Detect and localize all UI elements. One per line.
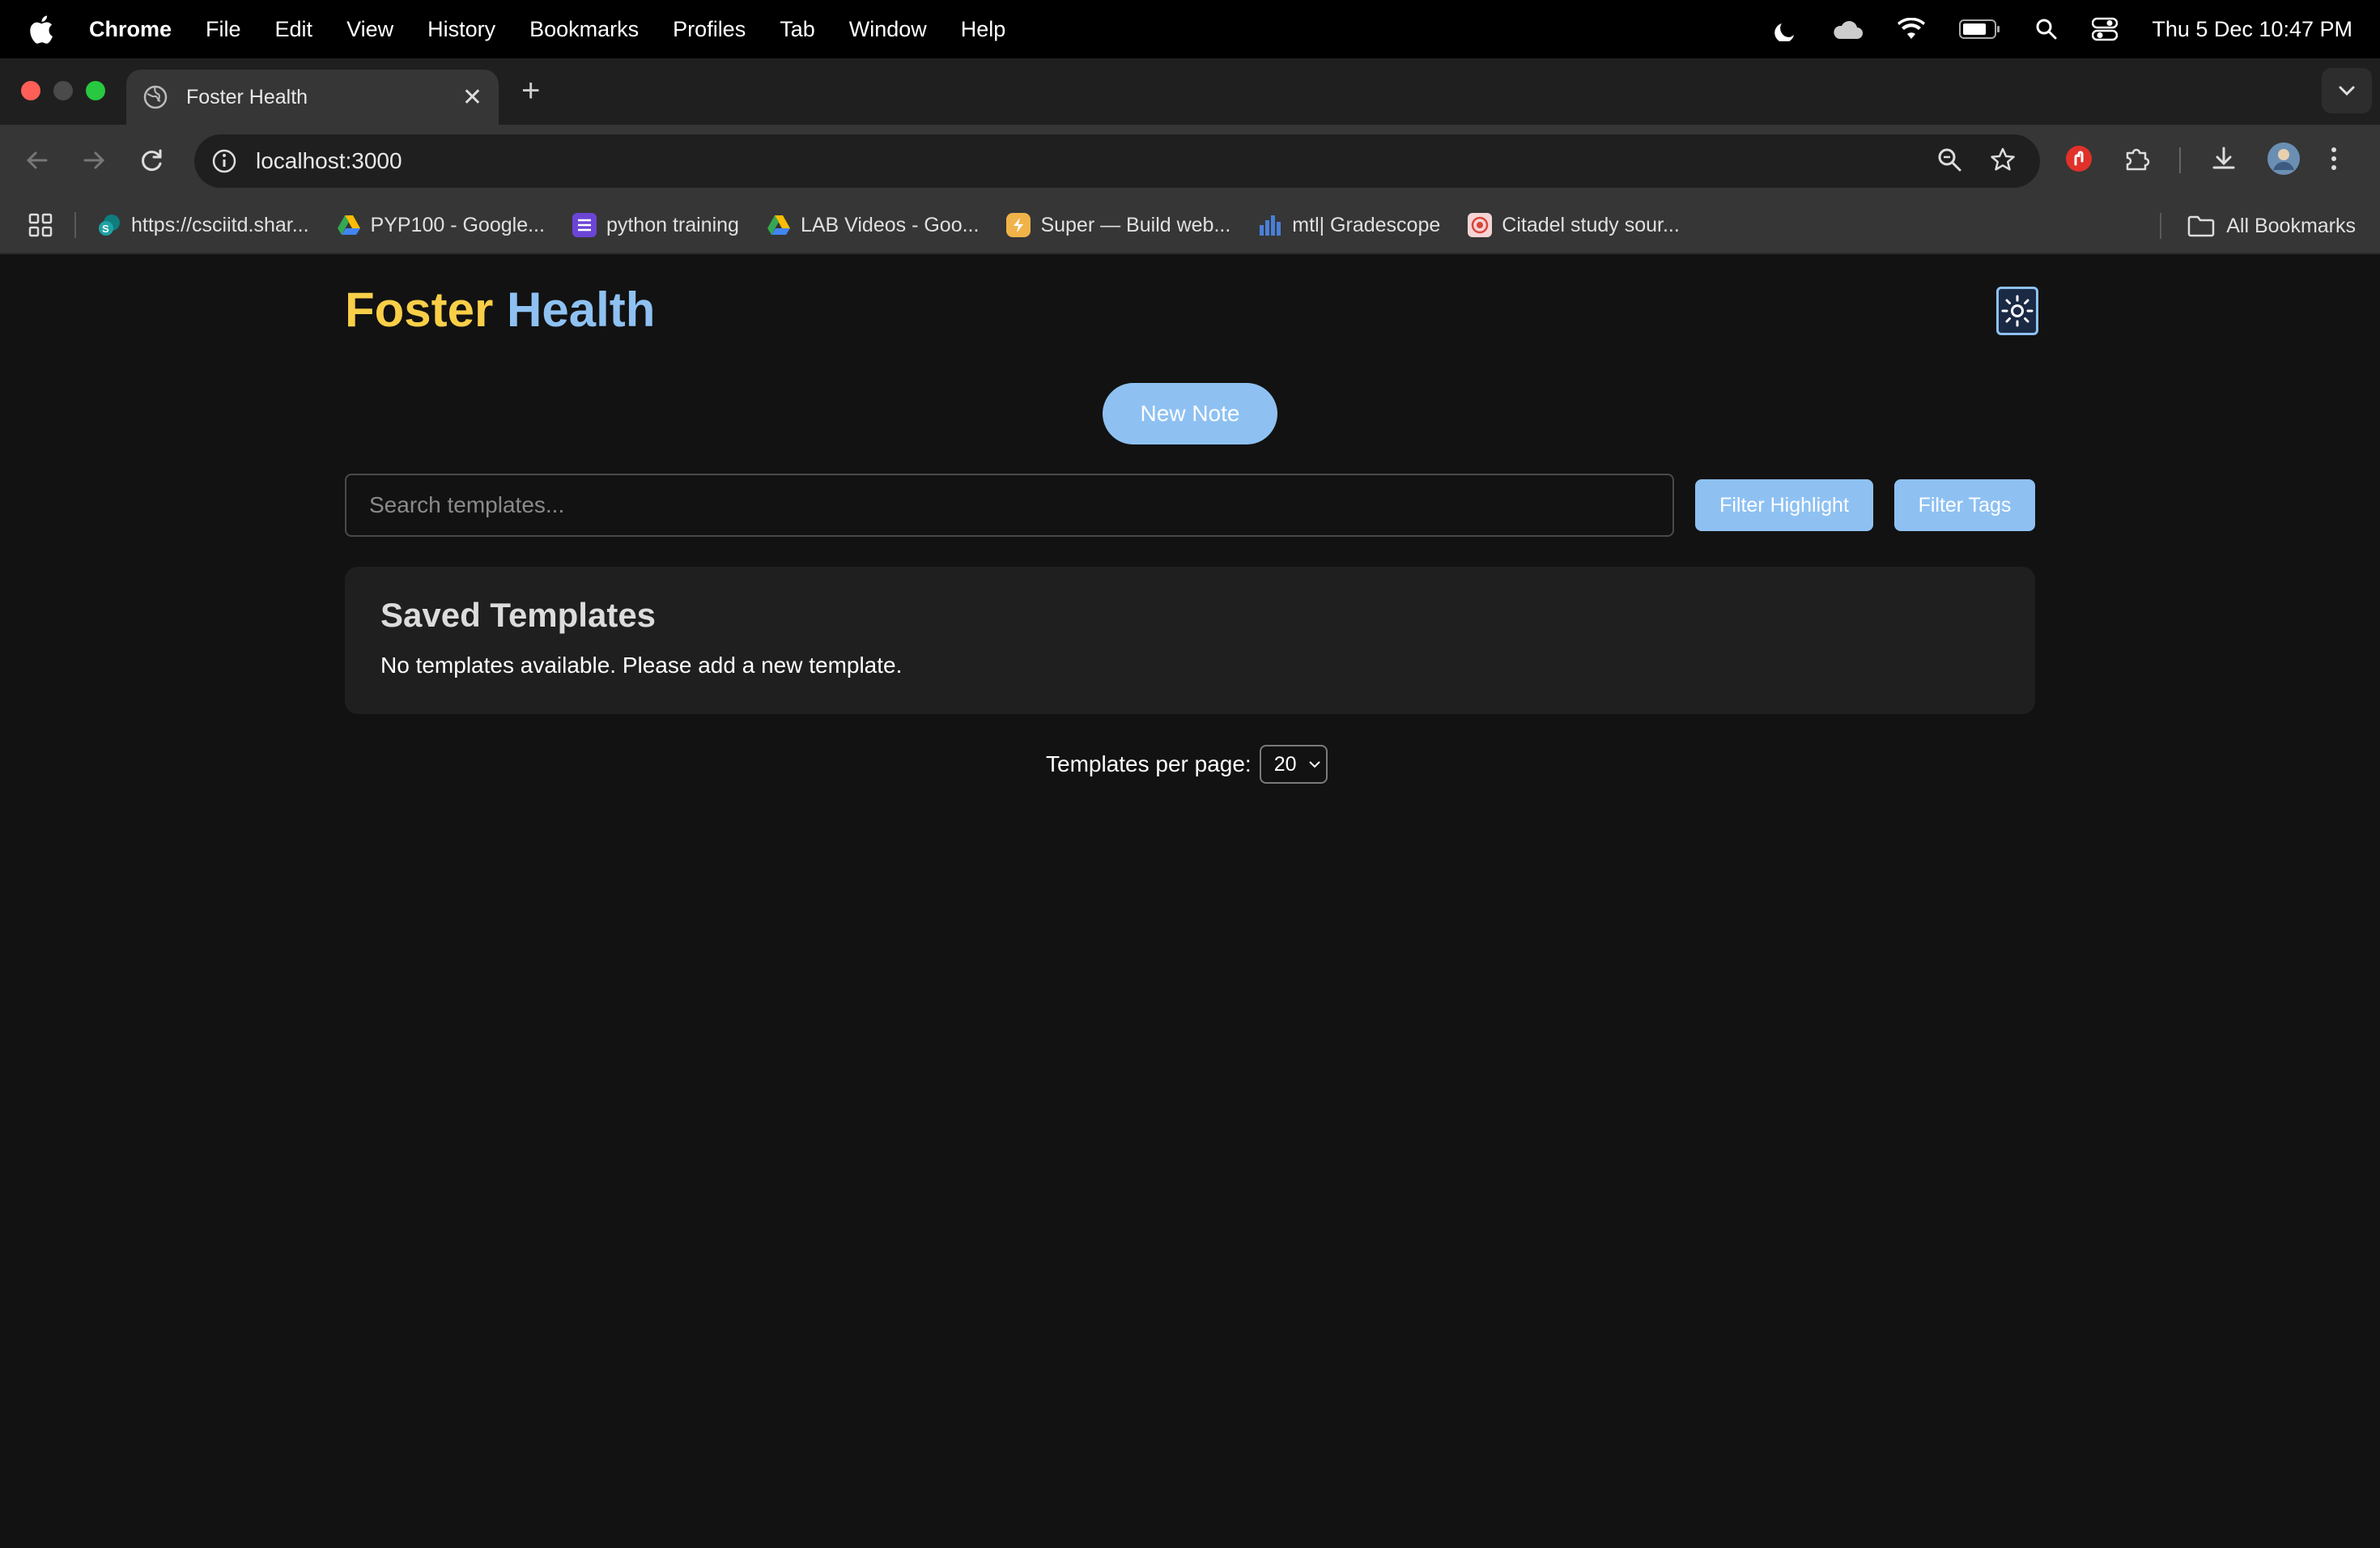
list-icon (572, 213, 597, 237)
bookmarks-divider (2160, 213, 2162, 239)
filter-tags-button[interactable]: Filter Tags (1894, 479, 2035, 531)
tab-title: Foster Health (186, 85, 308, 108)
tab-foster-health[interactable]: Foster Health ✕ (126, 70, 499, 125)
all-bookmarks-button[interactable]: All Bookmarks (2160, 198, 2356, 254)
bookmark-label: PYP100 - Google... (370, 213, 545, 236)
logo-word-health: Health (507, 283, 656, 337)
bookmarks-divider (74, 212, 76, 238)
extensions-puzzle-icon[interactable] (2123, 145, 2150, 176)
zoom-icon[interactable] (1936, 147, 1962, 176)
saved-templates-title: Saved Templates (380, 596, 657, 634)
per-page-value: 20 (1273, 752, 1297, 776)
url-text[interactable]: localhost:3000 (256, 148, 402, 174)
bookmark-label: mtl| Gradescope (1292, 213, 1441, 236)
super-icon (1006, 213, 1031, 237)
search-templates-input[interactable] (345, 474, 1674, 537)
tab-search-button[interactable] (2322, 68, 2372, 113)
empty-state-message: No templates available. Please add a new… (380, 653, 903, 678)
bookmark-label: Super — Build web... (1040, 213, 1231, 236)
bar-chart-icon (1258, 213, 1282, 237)
bookmark-label: https://csciitd.shar... (131, 213, 309, 236)
control-center-icon[interactable] (2092, 17, 2119, 41)
menu-history[interactable]: History (427, 17, 495, 42)
menu-view[interactable]: View (346, 17, 393, 42)
tab-close-icon[interactable]: ✕ (462, 83, 482, 112)
cloud-icon[interactable] (1831, 18, 1864, 40)
google-drive-icon (767, 213, 791, 237)
saved-templates-card: Saved Templates No templates available. … (345, 567, 2035, 714)
menu-profiles[interactable]: Profiles (673, 17, 746, 42)
bookmark-label: python training (606, 213, 739, 236)
chevron-down-icon (1308, 761, 1320, 768)
downloads-icon[interactable] (2210, 145, 2238, 176)
citadel-icon (1468, 213, 1493, 237)
theme-toggle-button[interactable] (1996, 287, 2038, 335)
web-page: Foster Health New Note Filter Highlight … (0, 256, 2380, 1548)
menu-help[interactable]: Help (961, 17, 1006, 42)
all-bookmarks-label: All Bookmarks (2226, 214, 2356, 237)
toolbar-right-group (2064, 142, 2338, 178)
menu-app-name[interactable]: Chrome (89, 17, 172, 42)
window-zoom-button[interactable] (86, 81, 105, 100)
new-tab-button[interactable]: + (521, 74, 540, 107)
toolbar-divider (2179, 147, 2181, 173)
bookmark-citadel[interactable]: Citadel study sour... (1468, 213, 1680, 237)
sharepoint-icon: S (97, 213, 121, 237)
bookmarks-bar: S https://csciitd.shar... PYP100 - Googl… (0, 198, 2380, 254)
bookmark-pyp100[interactable]: PYP100 - Google... (337, 213, 545, 237)
moon-icon[interactable] (1773, 17, 1797, 41)
back-arrow-icon[interactable] (19, 142, 55, 178)
globe-icon (142, 84, 168, 110)
spotlight-search-icon[interactable] (2035, 18, 2058, 40)
app-logo[interactable]: Foster Health (345, 282, 655, 338)
menubar-clock[interactable]: Thu 5 Dec 10:47 PM (2152, 17, 2352, 42)
folder-icon (2187, 215, 2215, 237)
window-minimize-button[interactable] (53, 81, 73, 100)
per-page-label: Templates per page: (1046, 751, 1252, 776)
bookmark-csciitd[interactable]: S https://csciitd.shar... (97, 213, 309, 237)
new-note-button[interactable]: New Note (1103, 383, 1277, 444)
profile-avatar[interactable] (2267, 142, 2301, 180)
bookmark-label: LAB Videos - Goo... (800, 213, 980, 236)
bookmark-python-training[interactable]: python training (572, 213, 739, 237)
battery-icon[interactable] (1959, 19, 2001, 40)
ad-blocker-extension-icon[interactable] (2064, 144, 2093, 177)
address-bar[interactable]: localhost:3000 (194, 134, 2040, 188)
site-info-icon[interactable] (210, 147, 238, 175)
menu-file[interactable]: File (206, 17, 241, 42)
svg-text:S: S (102, 223, 109, 235)
bookmark-label: Citadel study sour... (1502, 213, 1680, 236)
forward-arrow-icon[interactable] (76, 142, 112, 178)
menu-tab[interactable]: Tab (780, 17, 815, 42)
bookmark-lab-videos[interactable]: LAB Videos - Goo... (767, 213, 980, 237)
chevron-down-icon (2339, 86, 2355, 96)
menu-window[interactable]: Window (849, 17, 927, 42)
bookmark-super[interactable]: Super — Build web... (1006, 213, 1230, 237)
filter-highlight-button[interactable]: Filter Highlight (1695, 479, 1873, 531)
per-page-select[interactable]: 20 (1259, 745, 1328, 784)
macos-menu-bar: Chrome File Edit View History Bookmarks … (0, 0, 2380, 58)
bookmark-gradescope[interactable]: mtl| Gradescope (1258, 213, 1440, 237)
apple-icon[interactable] (29, 13, 57, 45)
sun-icon (2001, 295, 2034, 327)
window-close-button[interactable] (21, 81, 40, 100)
pagination-controls: Templates per page: 20 (1046, 745, 1328, 784)
logo-word-foster: Foster (345, 283, 494, 337)
bookmark-star-icon[interactable] (1990, 147, 2016, 176)
menu-bookmarks[interactable]: Bookmarks (529, 17, 639, 42)
more-menu-icon[interactable] (2330, 145, 2338, 176)
apps-grid-icon[interactable] (28, 212, 53, 238)
reload-icon[interactable] (134, 142, 170, 178)
wifi-icon[interactable] (1898, 18, 1926, 40)
menu-edit[interactable]: Edit (275, 17, 313, 42)
google-drive-icon (337, 213, 361, 237)
